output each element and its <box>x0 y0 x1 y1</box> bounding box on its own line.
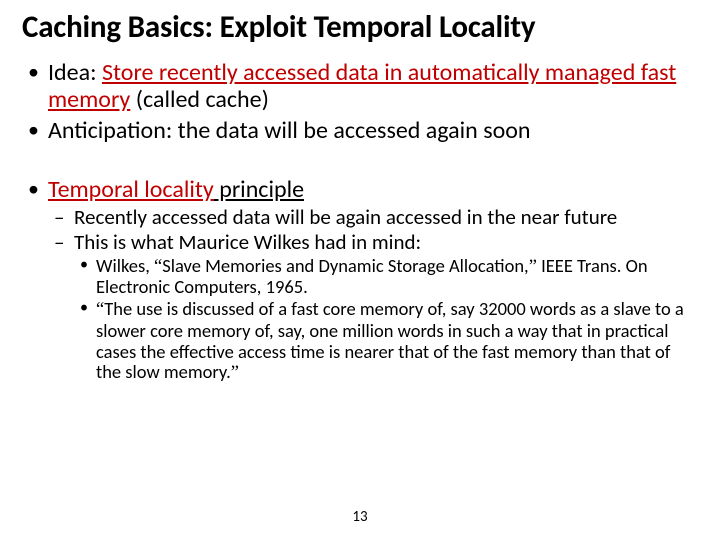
text: (called cache) <box>130 85 269 114</box>
close-quote: ” <box>231 363 239 383</box>
page-number: 13 <box>0 508 720 526</box>
open-quote: “ <box>96 300 104 320</box>
text: principle <box>214 175 304 204</box>
sub-bullet: This is what Maurice Wilkes had in mind:… <box>48 231 698 384</box>
bullet-idea: Idea: Store recently accessed data in au… <box>22 60 698 114</box>
text: Idea: <box>48 58 102 87</box>
sub-bullet: Recently accessed data will be again acc… <box>48 206 698 230</box>
slide: Caching Basics: Exploit Temporal Localit… <box>0 0 720 540</box>
cite-list: Wilkes, “Slave Memories and Dynamic Stor… <box>74 256 698 384</box>
bullet-principle: Temporal locality principle Recently acc… <box>22 177 698 384</box>
text: Slave Memories and Dynamic Storage Alloc… <box>162 254 528 277</box>
cite-item: Wilkes, “Slave Memories and Dynamic Stor… <box>74 256 698 298</box>
bullet-list: Idea: Store recently accessed data in au… <box>22 60 698 145</box>
spacer <box>22 149 698 177</box>
slide-title: Caching Basics: Exploit Temporal Localit… <box>22 10 698 44</box>
close-quote: ” <box>529 257 537 277</box>
open-quote: “ <box>154 257 162 277</box>
sub-list: Recently accessed data will be again acc… <box>48 206 698 384</box>
text: This is what Maurice Wilkes had in mind: <box>74 229 421 255</box>
bullet-anticipation: Anticipation: the data will be accessed … <box>22 118 698 145</box>
cite-item: “The use is discussed of a fast core mem… <box>74 299 698 384</box>
text: Wilkes, <box>96 254 154 277</box>
highlight-text: Temporal locality <box>48 175 214 204</box>
text: The use is discussed of a fast core memo… <box>96 297 684 383</box>
bullet-list: Temporal locality principle Recently acc… <box>22 177 698 384</box>
